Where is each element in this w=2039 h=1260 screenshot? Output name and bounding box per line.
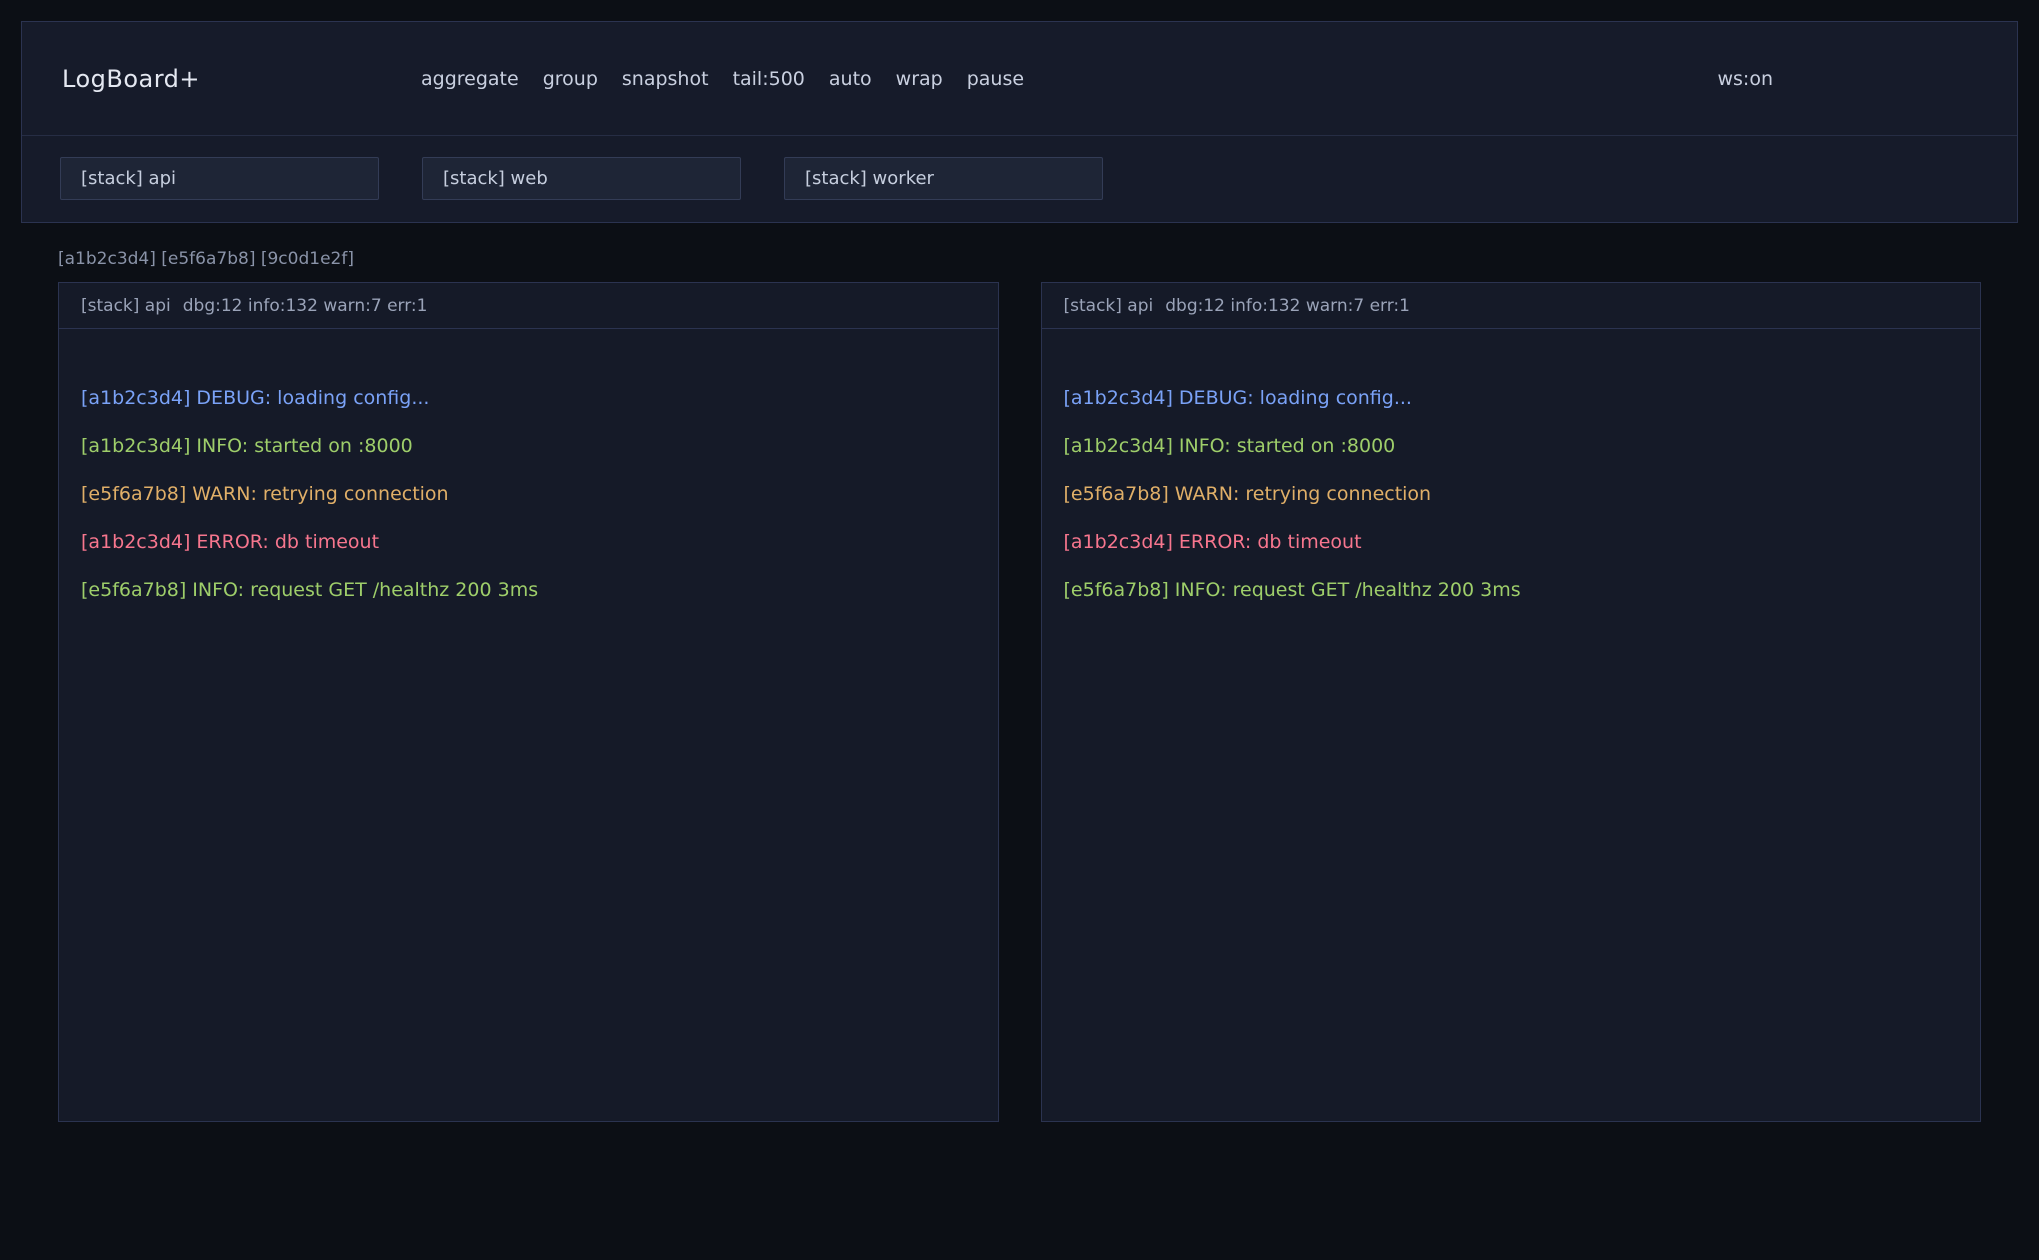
log-panel-left: [stack] api dbg:12 info:132 warn:7 err:1… — [58, 282, 999, 1122]
stack-tab-label: [stack] web — [443, 168, 548, 189]
log-line: [a1b2c3d4] ERROR: db timeout — [1064, 518, 1959, 566]
log-line: [a1b2c3d4] DEBUG: loading config... — [1064, 374, 1959, 422]
stack-tab-api[interactable]: [stack] api — [60, 157, 379, 200]
log-scroll-area[interactable]: [a1b2c3d4] DEBUG: loading config... [a1b… — [59, 329, 998, 1121]
app-header: LogBoard+ aggregate group snapshot tail:… — [21, 21, 2018, 223]
log-line: [a1b2c3d4] INFO: started on :8000 — [81, 422, 976, 470]
toolbar-menu: aggregate group snapshot tail:500 auto w… — [421, 68, 1024, 90]
menu-item-pause[interactable]: pause — [967, 68, 1024, 90]
stack-tab-web[interactable]: [stack] web — [422, 157, 741, 200]
log-panels: [stack] api dbg:12 info:132 warn:7 err:1… — [58, 282, 1981, 1122]
websocket-status: ws:on — [1717, 68, 1773, 90]
stack-tab-worker[interactable]: [stack] worker — [784, 157, 1103, 200]
log-line: [e5f6a7b8] INFO: request GET /healthz 20… — [81, 566, 976, 614]
panel-stack-name: [stack] api — [81, 296, 171, 316]
stack-tabs: [stack] api [stack] web [stack] worker — [22, 136, 2017, 222]
menu-item-auto[interactable]: auto — [829, 68, 872, 90]
menu-item-group[interactable]: group — [543, 68, 598, 90]
log-line: [a1b2c3d4] DEBUG: loading config... — [81, 374, 976, 422]
log-line: [e5f6a7b8] WARN: retrying connection — [1064, 470, 1959, 518]
stack-tab-label: [stack] api — [81, 168, 176, 189]
log-line: [a1b2c3d4] ERROR: db timeout — [81, 518, 976, 566]
toolbar: LogBoard+ aggregate group snapshot tail:… — [22, 22, 2017, 136]
panel-stack-name: [stack] api — [1064, 296, 1154, 316]
log-panel-header: [stack] api dbg:12 info:132 warn:7 err:1 — [1042, 283, 1981, 329]
stack-tab-label: [stack] worker — [805, 168, 934, 189]
log-line: [e5f6a7b8] WARN: retrying connection — [81, 470, 976, 518]
panel-level-counts: dbg:12 info:132 warn:7 err:1 — [183, 296, 428, 316]
menu-item-snapshot[interactable]: snapshot — [622, 68, 709, 90]
app-title: LogBoard+ — [62, 65, 421, 93]
menu-item-tail[interactable]: tail:500 — [733, 68, 805, 90]
log-panel-right: [stack] api dbg:12 info:132 warn:7 err:1… — [1041, 282, 1982, 1122]
log-line: [a1b2c3d4] INFO: started on :8000 — [1064, 422, 1959, 470]
log-scroll-area[interactable]: [a1b2c3d4] DEBUG: loading config... [a1b… — [1042, 329, 1981, 1121]
log-line: [e5f6a7b8] INFO: request GET /healthz 20… — [1064, 566, 1959, 614]
panel-level-counts: dbg:12 info:132 warn:7 err:1 — [1165, 296, 1410, 316]
trace-id-list: [a1b2c3d4] [e5f6a7b8] [9c0d1e2f] — [58, 249, 2039, 269]
menu-item-wrap[interactable]: wrap — [896, 68, 943, 90]
menu-item-aggregate[interactable]: aggregate — [421, 68, 519, 90]
log-panel-header: [stack] api dbg:12 info:132 warn:7 err:1 — [59, 283, 998, 329]
